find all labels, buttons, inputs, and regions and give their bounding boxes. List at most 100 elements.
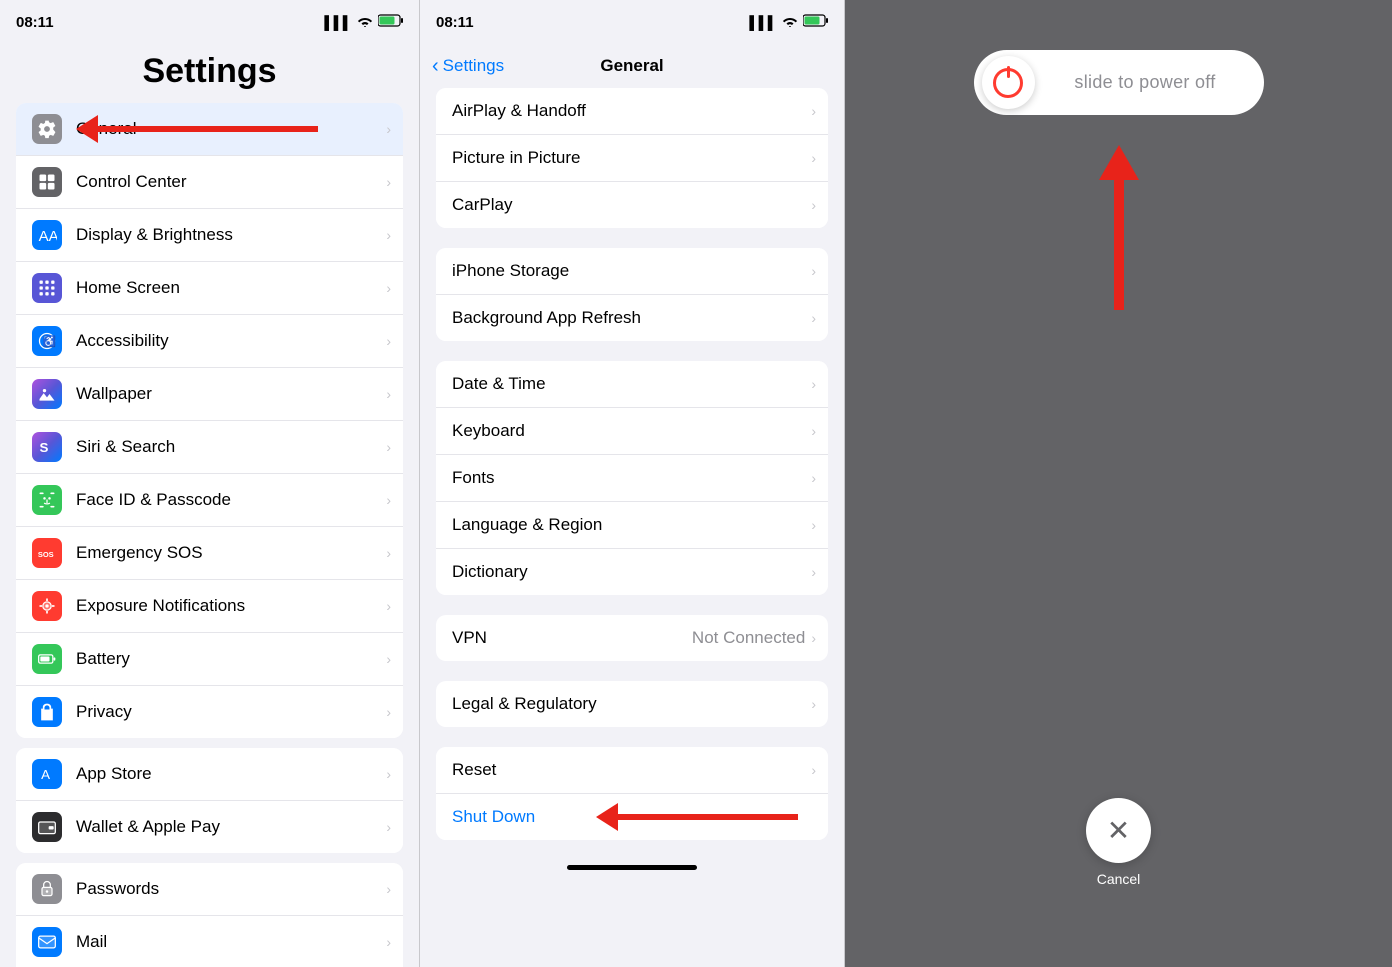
appstore-chevron: › [386, 766, 391, 782]
vpn-label: VPN [452, 628, 692, 648]
settings-row-faceid[interactable]: Face ID & Passcode › [16, 474, 403, 527]
faceid-chevron: › [386, 492, 391, 508]
section-gap-4 [420, 671, 844, 681]
siri-icon: S [32, 432, 62, 462]
settings-row-passwords[interactable]: Passwords › [16, 863, 403, 916]
general-row-airplay[interactable]: AirPlay & Handoff › [436, 88, 828, 135]
settings-row-privacy[interactable]: Privacy › [16, 686, 403, 738]
settings-row-battery[interactable]: Battery › [16, 633, 403, 686]
settings-row-sos[interactable]: SOS Emergency SOS › [16, 527, 403, 580]
pip-chevron: › [811, 150, 816, 166]
settings-row-wallet[interactable]: Wallet & Apple Pay › [16, 801, 403, 853]
general-title: General [600, 56, 663, 76]
settings-row-accessibility[interactable]: ♿ Accessibility › [16, 315, 403, 368]
back-chevron-icon: ‹ [432, 56, 439, 76]
airplay-chevron: › [811, 103, 816, 119]
general-panel: 08:11 ▌▌▌ ‹ Settings General AirPlay & H… [420, 0, 845, 967]
datetime-chevron: › [811, 376, 816, 392]
general-section-4: VPN Not Connected › [436, 615, 828, 661]
siri-label: Siri & Search [76, 437, 378, 457]
poweroff-panel: slide to power off ✕ Cancel [845, 0, 1392, 967]
general-row-carplay[interactable]: CarPlay › [436, 182, 828, 228]
exposure-icon [32, 591, 62, 621]
passwords-icon [32, 874, 62, 904]
exposure-label: Exposure Notifications [76, 596, 378, 616]
status-bar-general: 08:11 ▌▌▌ [420, 0, 844, 44]
battery-icon-2 [803, 14, 828, 30]
svg-text:S: S [40, 440, 49, 455]
wallet-icon [32, 812, 62, 842]
back-label: Settings [443, 56, 504, 76]
cancel-button[interactable]: ✕ [1086, 798, 1151, 863]
up-arrow-tip [1099, 145, 1139, 180]
section-gap-1 [420, 238, 844, 248]
general-row-keyboard[interactable]: Keyboard › [436, 408, 828, 455]
wifi-icon [357, 15, 373, 30]
general-row-pip[interactable]: Picture in Picture › [436, 135, 828, 182]
settings-row-display[interactable]: AA Display & Brightness › [16, 209, 403, 262]
settings-panel: 08:11 ▌▌▌ Settings General [0, 0, 420, 967]
settings-row-exposure[interactable]: Exposure Notifications › [16, 580, 403, 633]
settings-header: Settings [0, 44, 419, 103]
cancel-container: ✕ Cancel [1086, 798, 1151, 887]
datetime-label: Date & Time [452, 374, 811, 394]
general-row-legal[interactable]: Legal & Regulatory › [436, 681, 828, 727]
accessibility-chevron: › [386, 333, 391, 349]
passwords-label: Passwords [76, 879, 378, 899]
general-row-fonts[interactable]: Fonts › [436, 455, 828, 502]
accessibility-icon: ♿ [32, 326, 62, 356]
language-chevron: › [811, 517, 816, 533]
background-refresh-chevron: › [811, 310, 816, 326]
wallpaper-icon [32, 379, 62, 409]
shutdown-label: Shut Down [452, 807, 816, 827]
settings-section-2: A App Store › Wallet & Apple Pay › [16, 748, 403, 853]
up-arrow-annotation [1099, 145, 1139, 310]
settings-row-siri[interactable]: S Siri & Search › [16, 421, 403, 474]
general-row-language[interactable]: Language & Region › [436, 502, 828, 549]
up-arrow-shaft [1114, 180, 1124, 310]
general-row-shutdown[interactable]: Shut Down [436, 794, 828, 840]
power-off-slider[interactable]: slide to power off [974, 50, 1264, 115]
settings-row-general[interactable]: General › [16, 103, 403, 156]
general-row-background-refresh[interactable]: Background App Refresh › [436, 295, 828, 341]
wifi-icon-2 [782, 15, 798, 30]
settings-row-homescreen[interactable]: Home Screen › [16, 262, 403, 315]
general-row-storage[interactable]: iPhone Storage › [436, 248, 828, 295]
settings-row-wallpaper[interactable]: Wallpaper › [16, 368, 403, 421]
accessibility-label: Accessibility [76, 331, 378, 351]
general-row-datetime[interactable]: Date & Time › [436, 361, 828, 408]
signal-icon: ▌▌▌ [324, 15, 352, 30]
cancel-x-icon: ✕ [1107, 817, 1130, 845]
svg-text:AA: AA [39, 228, 57, 245]
siri-chevron: › [386, 439, 391, 455]
section-gap-3 [420, 605, 844, 615]
vpn-value: Not Connected [692, 628, 805, 648]
storage-chevron: › [811, 263, 816, 279]
cancel-label: Cancel [1097, 871, 1141, 887]
control-center-icon [32, 167, 62, 197]
wallet-label: Wallet & Apple Pay [76, 817, 378, 837]
display-chevron: › [386, 227, 391, 243]
fonts-label: Fonts [452, 468, 811, 488]
general-section-5: Legal & Regulatory › [436, 681, 828, 727]
general-section-3: Date & Time › Keyboard › Fonts › Languag… [436, 361, 828, 595]
reset-chevron: › [811, 762, 816, 778]
settings-row-appstore[interactable]: A App Store › [16, 748, 403, 801]
mail-label: Mail [76, 932, 378, 952]
back-button[interactable]: ‹ Settings [432, 56, 504, 76]
general-label: General [76, 119, 378, 139]
wallpaper-label: Wallpaper [76, 384, 378, 404]
home-indicator-2 [567, 865, 697, 870]
slide-text: slide to power off [1035, 72, 1256, 93]
general-icon [32, 114, 62, 144]
settings-row-control-center[interactable]: Control Center › [16, 156, 403, 209]
control-center-label: Control Center [76, 172, 378, 192]
settings-row-mail[interactable]: Mail › [16, 916, 403, 967]
status-icons-general: ▌▌▌ [749, 14, 828, 30]
general-row-reset[interactable]: Reset › [436, 747, 828, 794]
settings-section-3: Passwords › Mail › Contacts › [16, 863, 403, 967]
svg-text:A: A [41, 767, 50, 782]
general-row-dictionary[interactable]: Dictionary › [436, 549, 828, 595]
appstore-icon: A [32, 759, 62, 789]
general-row-vpn[interactable]: VPN Not Connected › [436, 615, 828, 661]
